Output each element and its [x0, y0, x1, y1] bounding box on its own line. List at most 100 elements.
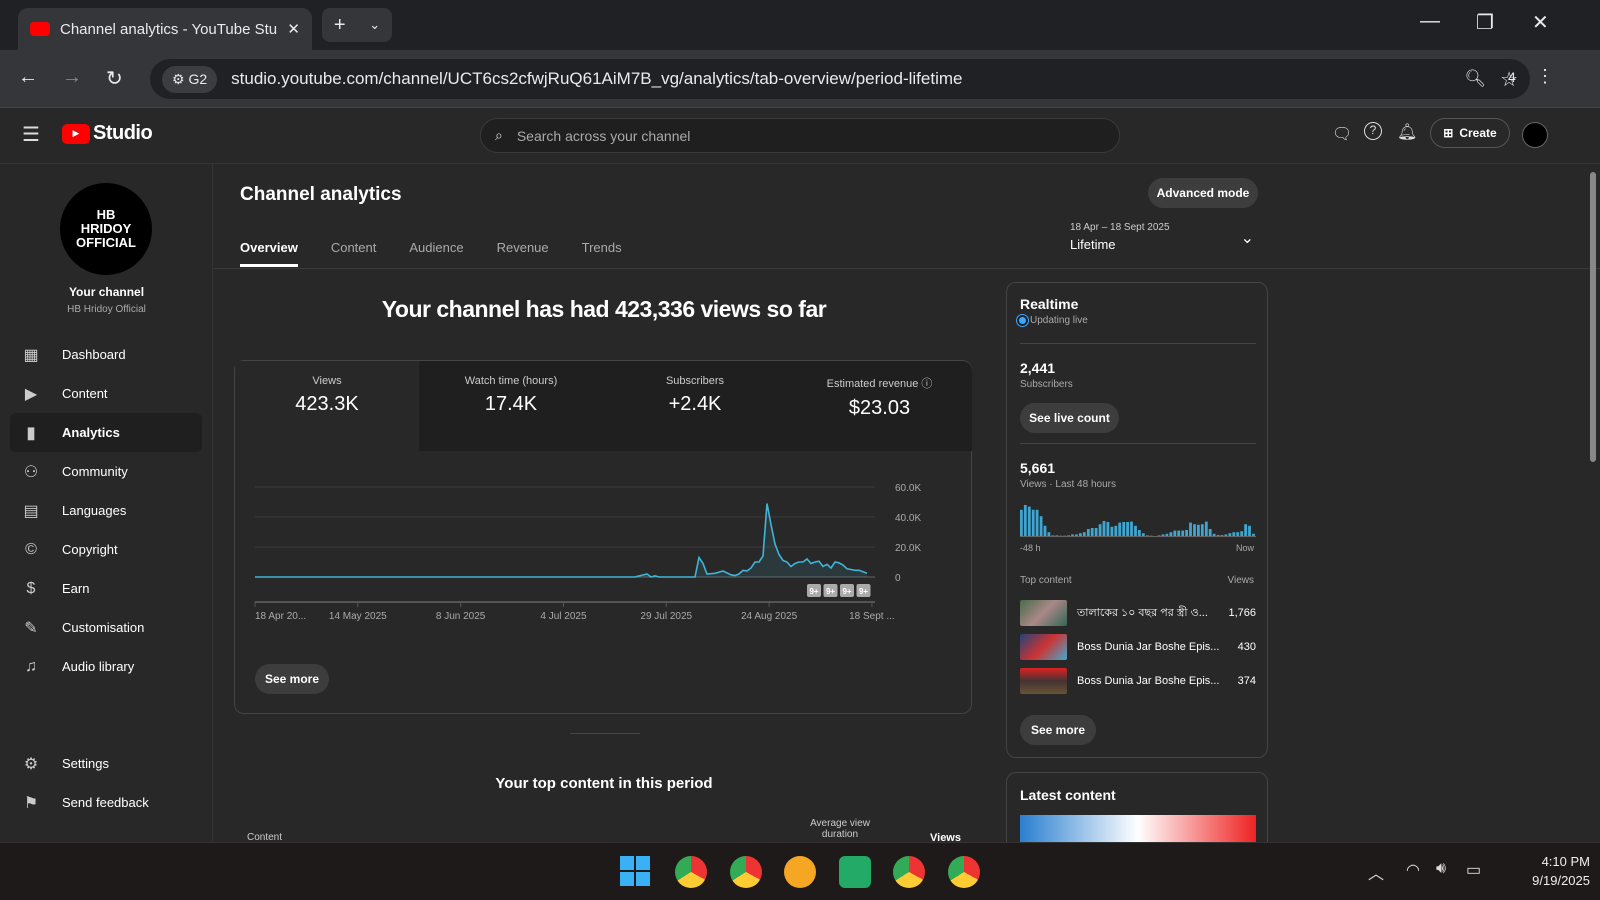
info-clock-icon[interactable]: ⓘ — [921, 378, 932, 390]
account-avatar[interactable] — [1522, 122, 1548, 148]
views-label: Views · Last 48 hours — [1020, 479, 1116, 490]
app-icon-active[interactable] — [839, 856, 871, 888]
analytics-tabs: Overview Content Audience Revenue Trends — [240, 240, 622, 267]
milestone-badge-label: 9+ — [809, 587, 818, 596]
site-info-chip[interactable]: ⚙ G2 — [162, 65, 218, 93]
forward-icon[interactable]: → — [62, 66, 82, 89]
realtime-bar — [1130, 521, 1133, 537]
feedback-messages-icon[interactable]: 🗨︎ — [1332, 124, 1352, 144]
browser-tab[interactable]: Channel analytics - YouTube Studio ✕ — [18, 8, 312, 50]
latest-video-thumbnail[interactable] — [1020, 815, 1256, 845]
realtime-card: Realtime Updating live 2,441 Subscribers… — [1006, 282, 1268, 758]
sidebar-item-languages[interactable]: ▤ Languages — [10, 491, 202, 530]
new-tab-button[interactable]: + ⌄ — [322, 8, 392, 42]
top-content-item[interactable]: তালাকের ১০ বছর পর স্ত্রী ও... 1,766 — [1020, 599, 1256, 627]
page-scrollbar[interactable] — [1590, 172, 1596, 462]
metric-views[interactable]: Views 423.3K — [235, 361, 420, 451]
chrome-icon[interactable] — [948, 856, 980, 888]
realtime-see-more-button[interactable]: See more — [1020, 715, 1096, 745]
realtime-bar — [1098, 524, 1102, 537]
top-content-item[interactable]: Boss Dunia Jar Boshe Epis... 374 — [1020, 667, 1256, 695]
channel-avatar[interactable]: HB HRIDOY OFFICIAL — [60, 183, 152, 275]
youtube-logo-icon: ▶ — [62, 123, 90, 144]
realtime-bar — [1200, 524, 1204, 537]
top-content-item[interactable]: Boss Dunia Jar Boshe Epis... 430 — [1020, 633, 1256, 661]
back-icon[interactable]: ← — [18, 66, 38, 89]
milestone-badge-label: 9+ — [842, 587, 851, 596]
col-avg-view-duration[interactable]: Average view duration — [800, 818, 880, 840]
create-button[interactable]: ⊞ Create — [1430, 118, 1510, 148]
x-tick-label: 29 Jul 2025 — [640, 611, 692, 622]
sidebar-item-send-feedback[interactable]: ⚑ Send feedback — [10, 783, 202, 822]
sidebar-item-content[interactable]: ▶ Content — [10, 374, 202, 413]
close-window-icon[interactable]: ✕ — [1532, 10, 1549, 35]
realtime-bar — [1090, 528, 1094, 537]
tab-audience[interactable]: Audience — [409, 240, 463, 267]
sidebar-item-analytics[interactable]: ▮ Analytics — [10, 413, 202, 452]
tab-revenue[interactable]: Revenue — [497, 240, 549, 267]
browser-menu-icon[interactable]: ⋮ — [1536, 66, 1554, 87]
plus-icon[interactable]: + — [334, 14, 346, 37]
tab-overview[interactable]: Overview — [240, 240, 298, 267]
extensions-count[interactable]: 4 — [1508, 69, 1516, 85]
chrome-icon[interactable] — [893, 856, 925, 888]
chrome-icon[interactable] — [675, 856, 707, 888]
realtime-bar — [1248, 525, 1251, 537]
realtime-bar — [1193, 524, 1196, 537]
channel-name: HB Hridoy Official — [67, 304, 146, 315]
restore-icon[interactable]: ❐ — [1476, 10, 1494, 35]
period-selector[interactable]: 18 Apr – 18 Sept 2025 Lifetime ⌄ — [1070, 222, 1260, 256]
realtime-bar — [1126, 522, 1129, 537]
app-icon[interactable] — [784, 856, 816, 888]
dashboard-icon: ▦ — [23, 346, 39, 364]
volume-icon[interactable]: 🔊︎ — [1436, 860, 1446, 878]
windows-start-icon[interactable] — [620, 856, 650, 886]
y-tick-label: 40.0K — [895, 513, 921, 524]
close-tab-icon[interactable]: ✕ — [287, 20, 300, 38]
battery-icon[interactable]: ▭ — [1466, 860, 1481, 880]
y-tick-label: 20.0K — [895, 543, 921, 554]
realtime-bar — [1094, 528, 1098, 537]
community-icon: ⚇ — [23, 463, 39, 481]
sidebar-item-customisation[interactable]: ✎ Customisation — [10, 608, 202, 647]
tab-list-chevron-icon[interactable]: ⌄ — [369, 17, 380, 33]
studio-logo[interactable]: ▶ Studio — [62, 122, 153, 145]
metric-subscribers[interactable]: Subscribers +2.4K — [603, 361, 788, 451]
realtime-bar — [1086, 529, 1090, 537]
wifi-icon[interactable]: ◠ — [1406, 860, 1420, 880]
realtime-title: Realtime — [1020, 296, 1079, 312]
see-live-count-button[interactable]: See live count — [1020, 403, 1119, 433]
minimize-icon[interactable]: — — [1420, 10, 1440, 33]
tab-content[interactable]: Content — [331, 240, 377, 267]
y-tick-label: 0 — [895, 573, 901, 584]
hamburger-menu-icon[interactable]: ☰ — [22, 122, 40, 147]
metric-revenue[interactable]: Estimated revenue ⓘ $23.03 — [787, 361, 972, 451]
divider — [1020, 443, 1256, 444]
clock[interactable]: 4:10 PM 9/19/2025 — [1500, 852, 1590, 890]
url-field[interactable]: ⚙ G2 studio.youtube.com/channel/UCT6cs2c… — [150, 59, 1530, 99]
zoom-icon[interactable]: 🔍︎ — [1464, 69, 1486, 89]
advanced-mode-button[interactable]: Advanced mode — [1148, 178, 1258, 208]
chrome-icon[interactable] — [730, 856, 762, 888]
subscribers-label: Subscribers — [1020, 379, 1073, 390]
views-line-chart: 60.0K 40.0K 20.0K 0 9+ 9+ 9+ 9+ 18 Apr 20... 14 M… — [254, 483, 921, 622]
sidebar-item-dashboard[interactable]: ▦ Dashboard — [10, 335, 202, 374]
top-content-label: Top content — [1020, 575, 1072, 586]
sidebar-item-earn[interactable]: $ Earn — [10, 569, 202, 608]
help-icon[interactable]: ? — [1364, 122, 1382, 140]
sidebar-item-audio-library[interactable]: ♫ Audio library — [10, 647, 202, 686]
metric-watch-time[interactable]: Watch time (hours) 17.4K — [419, 361, 604, 451]
realtime-bar — [1020, 509, 1023, 537]
see-more-button[interactable]: See more — [255, 664, 329, 694]
notifications-bell-icon[interactable]: 🔔︎ — [1397, 122, 1417, 142]
sidebar-item-settings[interactable]: ⚙ Settings — [10, 744, 202, 783]
live-dot-icon — [1017, 315, 1028, 326]
sidebar-item-copyright[interactable]: © Copyright — [10, 530, 202, 569]
tray-chevron-up-icon[interactable]: ︿ — [1368, 860, 1384, 884]
search-input[interactable]: ⌕ Search across your channel — [480, 118, 1120, 153]
sidebar-item-community[interactable]: ⚇ Community — [10, 452, 202, 491]
realtime-bar — [1102, 521, 1106, 537]
tab-trends[interactable]: Trends — [582, 240, 622, 267]
reload-icon[interactable]: ↻ — [106, 66, 123, 91]
audio-library-icon: ♫ — [25, 657, 37, 675]
